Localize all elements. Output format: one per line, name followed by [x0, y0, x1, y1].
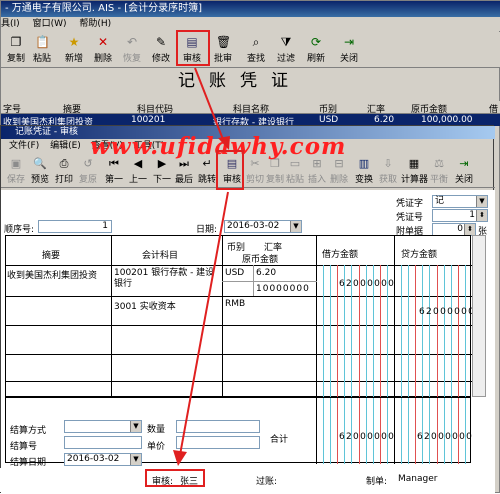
arrow-line-2 — [179, 191, 229, 456]
arrow-head-1 — [218, 136, 230, 150]
arrow-head-2 — [173, 450, 187, 466]
arrow-line-1 — [194, 67, 225, 143]
annotation-arrows — [173, 67, 230, 466]
